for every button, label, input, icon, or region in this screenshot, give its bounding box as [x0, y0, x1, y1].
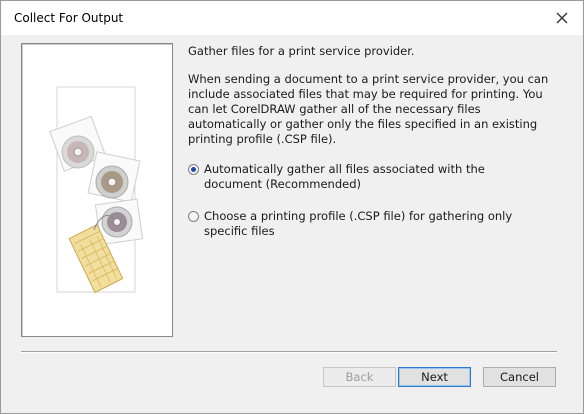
intro-text: Gather files for a print service provide…: [188, 44, 558, 160]
option-printing-profile-label: Choose a printing profile (.CSP file) fo…: [204, 209, 513, 238]
files-collection-illustration: [49, 86, 144, 294]
next-button[interactable]: Next: [398, 367, 471, 387]
cancel-button[interactable]: Cancel: [483, 367, 556, 387]
option-printing-profile[interactable]: Choose a printing profile (.CSP file) fo…: [188, 209, 544, 239]
dialog-title: Collect For Output: [14, 11, 124, 25]
radio-auto-gather[interactable]: [188, 164, 199, 175]
intro-description: When sending a document to a print servi…: [188, 72, 549, 146]
option-auto-gather[interactable]: Automatically gather all files associate…: [188, 162, 544, 192]
intro-heading: Gather files for a print service provide…: [188, 44, 415, 58]
title-bar: Collect For Output: [1, 1, 583, 35]
collect-for-output-dialog: Collect For Output Gather files for a pr…: [0, 0, 584, 414]
close-icon: [556, 12, 568, 24]
footer-separator: [21, 351, 557, 353]
illustration-panel: [21, 43, 173, 337]
back-button[interactable]: Back: [323, 367, 396, 387]
close-button[interactable]: [551, 7, 573, 29]
radio-printing-profile[interactable]: [188, 211, 199, 222]
option-auto-gather-label: Automatically gather all files associate…: [204, 162, 485, 191]
dialog-content: Gather files for a print service provide…: [1, 35, 583, 413]
